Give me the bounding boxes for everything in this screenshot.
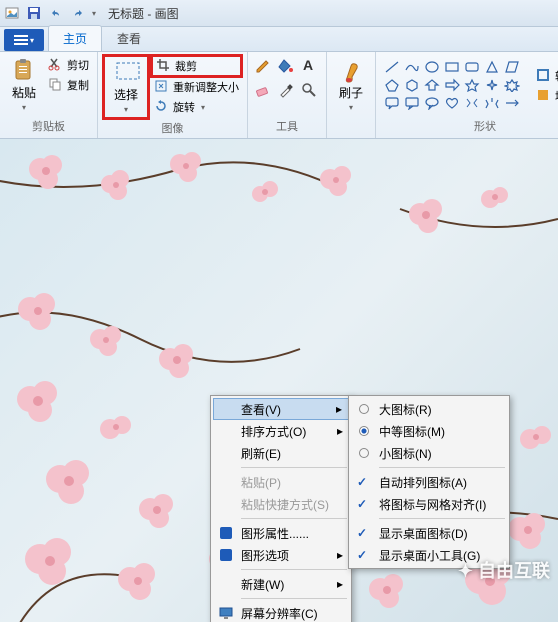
menu-small-icons[interactable]: 小图标(N) (351, 442, 507, 464)
check-icon: ✓ (357, 497, 367, 511)
select-button[interactable]: 选择 ▾ (104, 56, 148, 118)
submenu-arrow-icon: ▸ (337, 548, 343, 562)
ribbon: 粘贴 ▾ 剪切 复制 剪贴板 选择 ▾ 裁剪 重新调整大小 (0, 52, 558, 139)
menu-large-icons[interactable]: 大图标(R) (351, 398, 507, 420)
menu-separator (241, 569, 347, 570)
menu-gfx-opts[interactable]: 图形选项▸ (213, 544, 349, 566)
rotate-label: 旋转 (173, 99, 195, 115)
fill-tool[interactable] (277, 56, 297, 78)
ribbon-tab-strip: ▾ 主页 查看 (0, 27, 558, 52)
picker-tool[interactable] (277, 81, 297, 103)
group-shapes-label: 形状 (474, 118, 496, 134)
submenu-arrow-icon: ▸ (337, 424, 343, 438)
group-tools: A 工具 (248, 52, 327, 138)
menu-new[interactable]: 新建(W)▸ (213, 573, 349, 595)
menu-separator (241, 518, 347, 519)
menu-refresh[interactable]: 刷新(E) (213, 442, 349, 464)
copy-button[interactable]: 复制 (46, 76, 91, 94)
copy-label: 复制 (67, 77, 89, 93)
menu-resolution[interactable]: 屏幕分辨率(C) (213, 602, 349, 622)
cut-button[interactable]: 剪切 (46, 56, 91, 74)
app-icon (4, 5, 20, 21)
quick-access-toolbar: ▾ (4, 5, 96, 21)
intel-icon (217, 546, 235, 564)
view-submenu: 大图标(R) 中等图标(M) 小图标(N) ✓自动排列图标(A) ✓将图标与网格… (348, 395, 510, 569)
menu-separator (379, 518, 505, 519)
check-icon: ✓ (357, 548, 367, 562)
paste-label: 粘贴 (12, 84, 36, 101)
qat-dropdown-icon[interactable]: ▾ (92, 9, 96, 18)
resize-label: 重新调整大小 (173, 79, 239, 95)
radio-icon (359, 448, 369, 458)
rotate-button[interactable]: 旋转▾ (152, 98, 241, 116)
tab-view[interactable]: 查看 (102, 25, 156, 51)
shapes-gallery[interactable] (382, 58, 524, 114)
menu-sort[interactable]: 排序方式(O)▸ (213, 420, 349, 442)
select-label: 选择 (114, 86, 138, 103)
group-brush: 刷子 ▾ (327, 52, 376, 138)
tab-home[interactable]: 主页 (48, 25, 102, 51)
menu-separator (379, 467, 505, 468)
group-shapes: 轮廓▾ 填充▾ 形状 (376, 52, 558, 138)
menu-auto-arrange[interactable]: ✓自动排列图标(A) (351, 471, 507, 493)
outline-button[interactable]: 轮廓▾ (534, 67, 558, 85)
submenu-arrow-icon: ▸ (337, 577, 343, 591)
watermark: ✦ 自由互联 (458, 557, 550, 583)
monitor-icon (217, 604, 235, 622)
fill-button[interactable]: 填充▾ (534, 87, 558, 105)
redo-icon[interactable] (70, 5, 86, 21)
pencil-tool[interactable] (254, 56, 274, 78)
group-image-label: 图像 (162, 120, 184, 136)
eraser-tool[interactable] (254, 81, 274, 103)
menu-align-grid[interactable]: ✓将图标与网格对齐(I) (351, 493, 507, 515)
menu-medium-icons[interactable]: 中等图标(M) (351, 420, 507, 442)
crop-label: 裁剪 (175, 58, 197, 74)
menu-separator (241, 467, 347, 468)
group-clipboard: 粘贴 ▾ 剪切 复制 剪贴板 (0, 52, 98, 138)
menu-gfx-props[interactable]: 图形属性...... (213, 522, 349, 544)
save-icon[interactable] (26, 5, 42, 21)
file-menu-button[interactable]: ▾ (4, 29, 44, 51)
radio-icon-selected (359, 426, 369, 436)
canvas-area[interactable]: 查看(V)▸ 排序方式(O)▸ 刷新(E) 粘贴(P) 粘贴快捷方式(S) 图形… (0, 139, 558, 622)
menu-show-icons[interactable]: ✓显示桌面图标(D) (351, 522, 507, 544)
submenu-arrow-icon: ▸ (336, 402, 342, 416)
group-clipboard-label: 剪贴板 (32, 118, 65, 134)
resize-button[interactable]: 重新调整大小 (152, 78, 241, 96)
menu-paste: 粘贴(P) (213, 471, 349, 493)
group-image: 选择 ▾ 裁剪 重新调整大小 旋转▾ 图像 (98, 52, 248, 138)
radio-icon (359, 404, 369, 414)
crop-button[interactable]: 裁剪 (152, 56, 241, 76)
paste-button[interactable]: 粘贴 ▾ (6, 56, 42, 114)
menu-view[interactable]: 查看(V)▸ (213, 398, 349, 420)
check-icon: ✓ (357, 526, 367, 540)
menu-paste-shortcut: 粘贴快捷方式(S) (213, 493, 349, 515)
cut-label: 剪切 (67, 57, 89, 73)
svg-text:A: A (303, 57, 313, 73)
titlebar: ▾ 无标题 - 画图 (0, 0, 558, 27)
check-icon: ✓ (357, 475, 367, 489)
text-tool[interactable]: A (300, 56, 320, 78)
undo-icon[interactable] (48, 5, 64, 21)
brush-button[interactable]: 刷子 ▾ (333, 56, 369, 114)
window-title: 无标题 - 画图 (108, 5, 179, 22)
brush-label: 刷子 (339, 84, 363, 101)
paint-window: ▾ 无标题 - 画图 ▾ 主页 查看 粘贴 ▾ 剪切 复制 剪贴板 (0, 0, 558, 622)
desktop-context-menu: 查看(V)▸ 排序方式(O)▸ 刷新(E) 粘贴(P) 粘贴快捷方式(S) 图形… (210, 395, 352, 622)
group-tools-label: 工具 (276, 118, 298, 134)
intel-icon (217, 524, 235, 542)
zoom-tool[interactable] (300, 81, 320, 103)
menu-separator (241, 598, 347, 599)
